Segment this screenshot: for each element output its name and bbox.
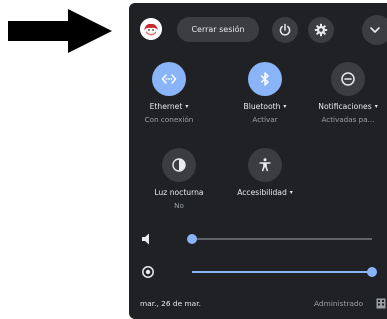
tile-ethernet[interactable]: Ethernet ▾ Con conexión	[129, 62, 211, 134]
power-button[interactable]	[272, 17, 298, 43]
managed-label[interactable]: Administrado	[314, 299, 363, 308]
notifications-toggle[interactable]	[331, 62, 365, 96]
brightness-slider[interactable]	[192, 267, 377, 277]
dropdown-caret-icon: ▾	[283, 103, 287, 110]
do-not-disturb-icon	[341, 72, 355, 86]
collapse-button[interactable]	[362, 15, 387, 45]
dropdown-caret-icon: ▾	[185, 103, 189, 110]
tile-bluetooth[interactable]: Bluetooth ▾ Activar	[223, 62, 307, 134]
volume-slider-knob[interactable]	[187, 234, 197, 244]
tile-bluetooth-text: Bluetooth	[243, 102, 281, 111]
accessibility-icon	[259, 158, 271, 172]
dropdown-caret-icon: ▾	[374, 103, 378, 110]
volume-slider-row	[129, 226, 387, 252]
night-light-toggle[interactable]	[162, 148, 196, 182]
brightness-slider-knob[interactable]	[367, 267, 377, 277]
tile-notifications[interactable]: Notificaciones ▾ Activadas pa...	[306, 62, 387, 134]
tile-bluetooth-status: Activar	[252, 115, 278, 124]
building-icon[interactable]	[376, 298, 386, 309]
volume-icon[interactable]	[140, 231, 156, 247]
quick-settings-panel: Cerrar sesión Ethernet ▾ Con conexión Bl…	[129, 3, 387, 319]
bluetooth-toggle[interactable]	[248, 62, 282, 96]
bluetooth-icon	[260, 72, 269, 86]
settings-button[interactable]	[308, 17, 334, 43]
gear-icon	[314, 23, 328, 37]
tile-ethernet-status: Con conexión	[144, 115, 194, 124]
tile-notifications-label[interactable]: Notificaciones ▾	[306, 102, 387, 111]
ethernet-icon	[161, 74, 177, 84]
screenshot-root: Cerrar sesión Ethernet ▾ Con conexión Bl…	[0, 0, 387, 319]
tile-accessibility-label[interactable]: Accesibilidad ▾	[223, 188, 307, 197]
dropdown-caret-icon: ▾	[289, 189, 293, 196]
sign-out-button[interactable]: Cerrar sesión	[177, 17, 259, 42]
tile-accessibility[interactable]: Accesibilidad ▾	[223, 148, 307, 220]
pointer-arrow-icon	[8, 9, 112, 53]
date-label[interactable]: mar., 26 de mar.	[140, 299, 201, 308]
tile-notifications-text: Notificaciones	[318, 102, 372, 111]
tile-ethernet-label[interactable]: Ethernet ▾	[129, 102, 211, 111]
tile-night-light-status: No	[174, 201, 184, 210]
chevron-down-icon	[370, 27, 380, 33]
tile-notifications-status: Activadas pa...	[321, 115, 375, 124]
brightness-slider-fill	[192, 271, 372, 273]
brightness-icon	[142, 266, 154, 278]
avatar-icon	[140, 18, 162, 40]
volume-slider[interactable]	[187, 234, 372, 244]
accessibility-toggle[interactable]	[248, 148, 282, 182]
ethernet-toggle[interactable]	[152, 62, 186, 96]
tile-night-light[interactable]: Luz nocturna No	[137, 148, 221, 220]
user-avatar[interactable]	[140, 18, 162, 40]
night-light-icon	[172, 158, 186, 172]
power-icon	[279, 23, 291, 36]
tile-night-light-text: Luz nocturna	[154, 188, 204, 197]
brightness-slider-row	[129, 259, 387, 285]
tile-night-light-label[interactable]: Luz nocturna	[137, 188, 221, 197]
tile-ethernet-text: Ethernet	[149, 102, 183, 111]
tile-bluetooth-label[interactable]: Bluetooth ▾	[223, 102, 307, 111]
top-row: Cerrar sesión	[129, 3, 387, 57]
tile-accessibility-text: Accesibilidad	[237, 188, 287, 197]
